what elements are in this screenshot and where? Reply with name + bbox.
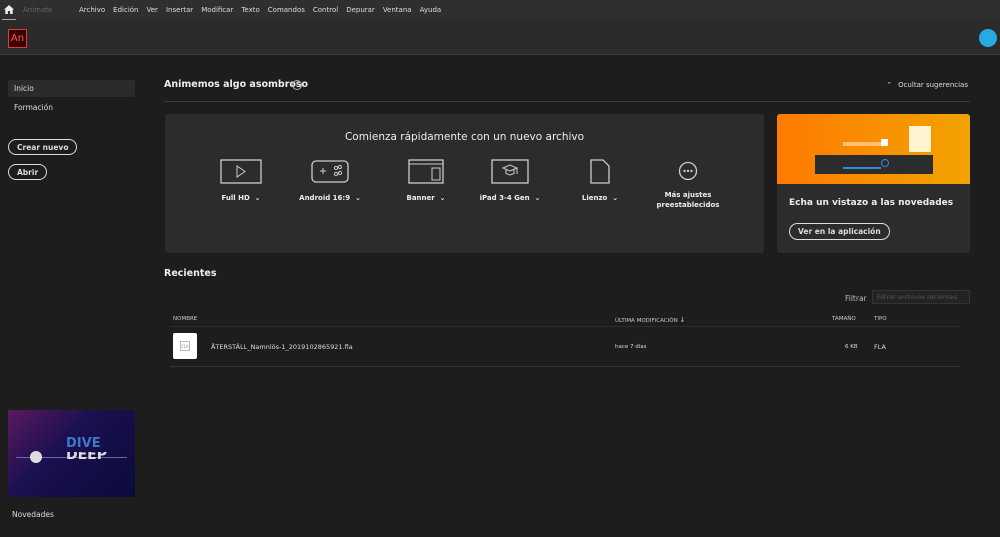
filter-label: Filtrar — [845, 294, 867, 303]
hide-suggestions-label: Ocultar sugerencias — [898, 81, 968, 89]
quickstart-card: Comienza rápidamente con un nuevo archiv… — [165, 114, 764, 253]
column-type[interactable]: TIPO — [874, 316, 887, 322]
whats-new-title: Echa un vistazo a las novedades — [789, 198, 954, 208]
menu-texto[interactable]: Texto — [241, 6, 259, 14]
more-icon — [643, 158, 733, 184]
whats-new-image — [777, 114, 970, 184]
fla-file-icon: FLA — [173, 333, 197, 359]
filter-input[interactable]: Filtrar archivos recientes — [872, 290, 970, 304]
menu-ver[interactable]: Ver — [147, 6, 158, 14]
user-avatar[interactable] — [979, 29, 997, 47]
graduation-cap-icon — [465, 158, 555, 184]
menu-ayuda[interactable]: Ayuda — [420, 6, 442, 14]
preset-label: Android 16:9 — [299, 194, 351, 202]
divider — [170, 326, 960, 327]
open-button[interactable]: Abrir — [8, 164, 48, 180]
sidebar-item-formacion[interactable]: Formación — [8, 99, 135, 116]
preset-banner[interactable]: Banner ⌄ — [381, 158, 471, 203]
file-type: FLA — [874, 343, 886, 351]
toolbar: An — [0, 20, 1000, 55]
file-modified: hace 7 días — [615, 344, 647, 350]
column-size[interactable]: TAMAÑO — [832, 316, 856, 322]
sidebar-item-inicio[interactable]: Inicio — [8, 80, 135, 97]
page-title: Animemos algo asombroso — [164, 79, 309, 90]
preset-label: Lienzo — [581, 194, 608, 202]
sort-down-icon: ↓ — [679, 316, 686, 324]
preset-ipad[interactable]: iPad 3-4 Gen ⌄ — [465, 158, 555, 203]
menu-ventana[interactable]: Ventana — [383, 6, 412, 14]
app-name: Animate — [23, 6, 53, 14]
animate-logo: An — [8, 29, 27, 48]
preset-label: Banner — [406, 194, 435, 202]
promo-thumbnail[interactable]: DIVE DEEP — [8, 410, 135, 497]
preset-more[interactable]: Más ajustes preestablecidos — [643, 158, 733, 210]
promo-dot — [30, 451, 42, 463]
play-icon — [196, 158, 286, 184]
preset-android[interactable]: Android 16:9 ⌄ — [285, 158, 375, 203]
document-icon — [555, 158, 645, 184]
menu-insertar[interactable]: Insertar — [166, 6, 193, 14]
menu-comandos[interactable]: Comandos — [268, 6, 305, 14]
menu-modificar[interactable]: Modificar — [201, 6, 233, 14]
column-modified[interactable]: ÚLTIMA MODIFICACIÓN ↓ — [615, 316, 685, 324]
menu-edicion[interactable]: Edición — [113, 6, 138, 14]
column-name[interactable]: NOMBRE — [173, 316, 197, 322]
preset-lienzo[interactable]: Lienzo ⌄ — [555, 158, 645, 203]
preset-label: iPad 3-4 Gen — [479, 194, 530, 202]
menu-depurar[interactable]: Depurar — [346, 6, 375, 14]
info-icon[interactable]: i — [292, 80, 302, 90]
home-icon[interactable] — [2, 0, 16, 20]
menu-bar: Animate Archivo Edición Ver Insertar Mod… — [0, 0, 1000, 20]
promo-label[interactable]: Novedades — [12, 510, 54, 519]
file-size: 6 KB — [845, 344, 858, 350]
recents-heading: Recientes — [164, 268, 217, 279]
banner-icon — [381, 158, 471, 184]
quickstart-title: Comienza rápidamente con un nuevo archiv… — [344, 131, 585, 143]
create-new-button[interactable]: Crear nuevo — [8, 139, 78, 155]
column-modified-label: ÚLTIMA MODIFICACIÓN — [615, 318, 678, 324]
preset-label: Full HD — [221, 194, 250, 202]
view-in-app-button[interactable]: Ver en la aplicación — [789, 223, 890, 240]
menu-control[interactable]: Control — [313, 6, 338, 14]
preset-label: Más ajustes preestablecidos — [656, 191, 720, 209]
fla-icon-text: FLA — [180, 341, 190, 351]
promo-title-1: DIVE — [66, 436, 101, 451]
divider — [170, 366, 960, 367]
menu-archivo[interactable]: Archivo — [79, 6, 105, 14]
chevron-up-icon: ⌃ — [886, 81, 893, 89]
preset-full-hd[interactable]: Full HD ⌄ — [196, 158, 286, 203]
file-name[interactable]: ÅTERSTÄLL_Namnlös-1_2019102865921.fla — [211, 343, 353, 351]
whats-new-card: Echa un vistazo a las novedades Ver en l… — [777, 114, 970, 253]
gamepad-icon — [285, 158, 375, 184]
promo-title-2: DEEP — [66, 452, 108, 462]
divider — [164, 101, 970, 102]
hide-suggestions-button[interactable]: ⌃ Ocultar sugerencias — [886, 81, 968, 89]
